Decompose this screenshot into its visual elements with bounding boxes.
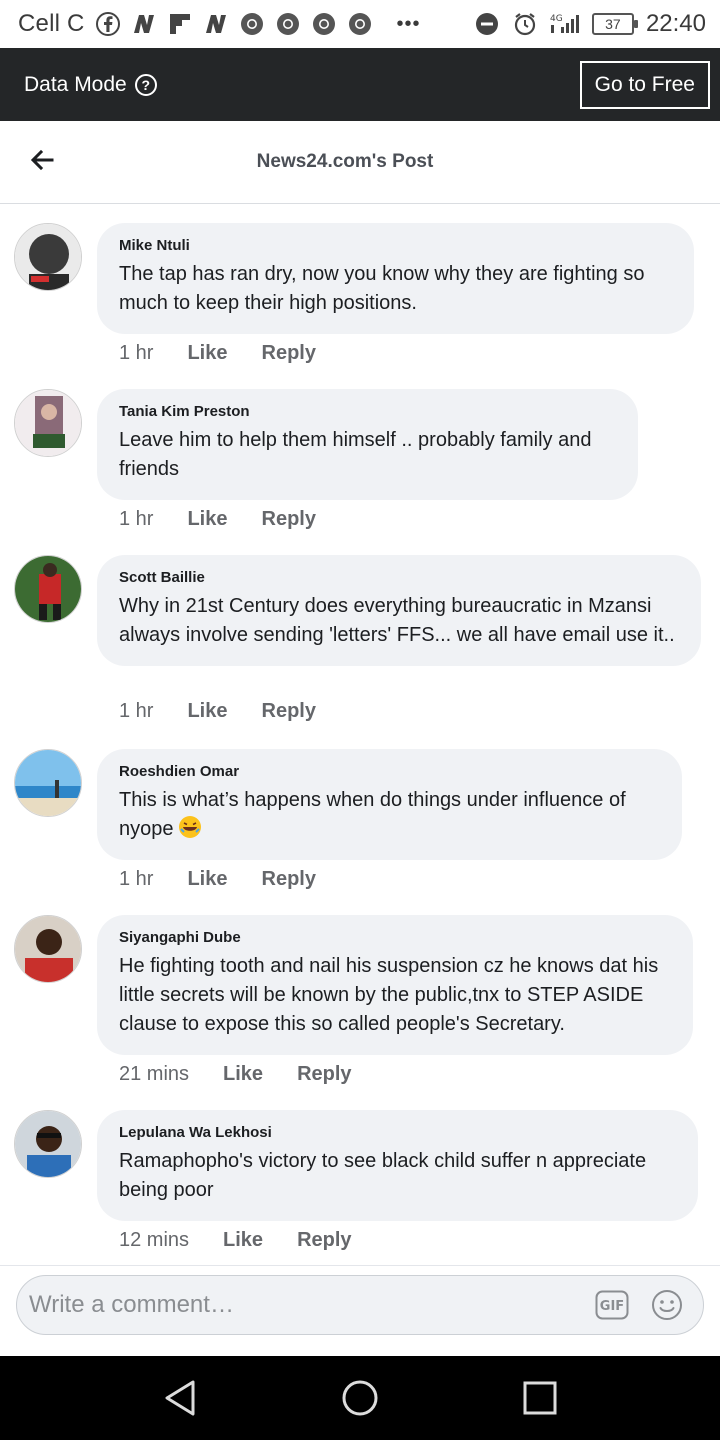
avatar[interactable]	[14, 223, 82, 291]
comment-author[interactable]: Lepulana Wa Lekhosi	[119, 1124, 676, 1141]
emoji-icon[interactable]	[651, 1289, 683, 1321]
nav-home-icon[interactable]	[340, 1378, 380, 1418]
n-icon	[133, 15, 154, 33]
comment-actions: 12 mins Like Reply	[119, 1229, 352, 1252]
comment-author[interactable]: Siyangaphi Dube	[119, 929, 671, 946]
comment-composer: Write a comment… GIF	[0, 1265, 720, 1356]
gif-label: GIF	[600, 1299, 624, 1314]
reply-button[interactable]: Reply	[297, 1063, 351, 1086]
like-button[interactable]: Like	[187, 342, 227, 365]
like-button[interactable]: Like	[187, 700, 227, 723]
laughing-emoji-icon	[178, 816, 201, 838]
alarm-icon	[514, 13, 536, 36]
status-bar: Cell C ••• 4G 37 22:40	[0, 0, 720, 48]
n-icon	[205, 15, 226, 33]
help-icon[interactable]: ?	[134, 73, 157, 96]
carrier-name: Cell C	[18, 10, 85, 37]
network-type-text: 4G	[550, 14, 563, 24]
comment-actions: 21 mins Like Reply	[119, 1063, 352, 1086]
chrome-icon	[312, 13, 335, 35]
comment-bubble: Scott Baillie Why in 21st Century does e…	[97, 555, 701, 666]
post-header: News24.com's Post	[0, 121, 720, 204]
comment-input-placeholder: Write a comment…	[29, 1291, 234, 1318]
gif-icon[interactable]: GIF	[595, 1290, 629, 1320]
comment-time: 1 hr	[119, 700, 154, 722]
comment-bubble: Roeshdien Omar This is what’s happens wh…	[97, 749, 682, 860]
comment-time: 1 hr	[119, 868, 154, 890]
signal-icon: 4G	[550, 14, 579, 33]
comment-time: 1 hr	[119, 342, 154, 364]
reply-button[interactable]: Reply	[262, 700, 316, 723]
data-mode-bar: Data Mode ? Go to Free	[0, 48, 720, 121]
nav-back-icon[interactable]	[160, 1378, 200, 1418]
comment-actions: 1 hr Like Reply	[119, 508, 316, 531]
nav-recents-icon[interactable]	[520, 1378, 560, 1418]
reply-button[interactable]: Reply	[262, 508, 316, 531]
avatar[interactable]	[14, 555, 82, 623]
android-nav-bar	[0, 1356, 720, 1440]
data-mode-label: Data Mode	[24, 72, 127, 96]
avatar[interactable]	[14, 389, 82, 457]
chrome-icon	[276, 13, 299, 35]
comment-text: The tap has ran dry, now you know why th…	[119, 263, 645, 314]
comment-actions: 1 hr Like Reply	[119, 700, 316, 723]
comment-text: Leave him to help them himself .. probab…	[119, 429, 592, 480]
comment-bubble: Tania Kim Preston Leave him to help them…	[97, 389, 638, 500]
page-title: News24.com's Post	[256, 151, 434, 172]
comment-actions: 1 hr Like Reply	[119, 868, 316, 891]
chrome-icon	[348, 13, 371, 35]
battery-level: 37	[605, 16, 621, 32]
comment-text: This is what’s happens when do things un…	[119, 786, 660, 844]
comments-list: Mike Ntuli The tap has ran dry, now you …	[0, 205, 720, 1265]
comment-bubble: Lepulana Wa Lekhosi Ramaphopho's victory…	[97, 1110, 698, 1221]
more-notifications-icon: •••	[396, 12, 421, 35]
notification-icons: •••	[95, 11, 421, 37]
comment-bubble: Siyangaphi Dube He fighting tooth and na…	[97, 915, 693, 1055]
comment-bubble: Mike Ntuli The tap has ran dry, now you …	[97, 223, 694, 334]
reply-button[interactable]: Reply	[297, 1229, 351, 1252]
like-button[interactable]: Like	[223, 1063, 263, 1086]
comment-text: Ramaphopho's victory to see black child …	[119, 1150, 647, 1201]
like-button[interactable]: Like	[223, 1229, 263, 1252]
battery-icon: 37	[591, 13, 638, 35]
comment-author[interactable]: Tania Kim Preston	[119, 403, 616, 420]
like-button[interactable]: Like	[187, 868, 227, 891]
reply-button[interactable]: Reply	[262, 342, 316, 365]
clock: 22:40	[645, 10, 706, 37]
chrome-icon	[240, 13, 263, 35]
comment-time: 21 mins	[119, 1063, 190, 1085]
comment-text: Why in 21st Century does everything bure…	[119, 595, 675, 646]
avatar[interactable]	[14, 915, 82, 983]
comment-actions: 1 hr Like Reply	[119, 342, 316, 365]
do-not-disturb-icon	[475, 13, 498, 35]
go-to-free-button[interactable]: Go to Free	[579, 60, 710, 109]
reply-button[interactable]: Reply	[262, 868, 316, 891]
like-button[interactable]: Like	[187, 508, 227, 531]
avatar[interactable]	[14, 1110, 82, 1178]
comment-author[interactable]: Mike Ntuli	[119, 237, 672, 254]
facebook-icon	[95, 12, 120, 36]
back-arrow-icon[interactable]	[28, 146, 56, 174]
comment-author[interactable]: Roeshdien Omar	[119, 763, 660, 780]
comment-input[interactable]: Write a comment… GIF	[16, 1275, 704, 1335]
flipboard-icon	[169, 14, 190, 34]
avatar[interactable]	[14, 749, 82, 817]
comment-text: He fighting tooth and nail his suspensio…	[119, 955, 659, 1035]
system-icons: 4G 37 22:40	[474, 10, 706, 38]
comment-time: 1 hr	[119, 508, 154, 530]
comment-time: 12 mins	[119, 1229, 190, 1251]
comment-author[interactable]: Scott Baillie	[119, 569, 679, 586]
